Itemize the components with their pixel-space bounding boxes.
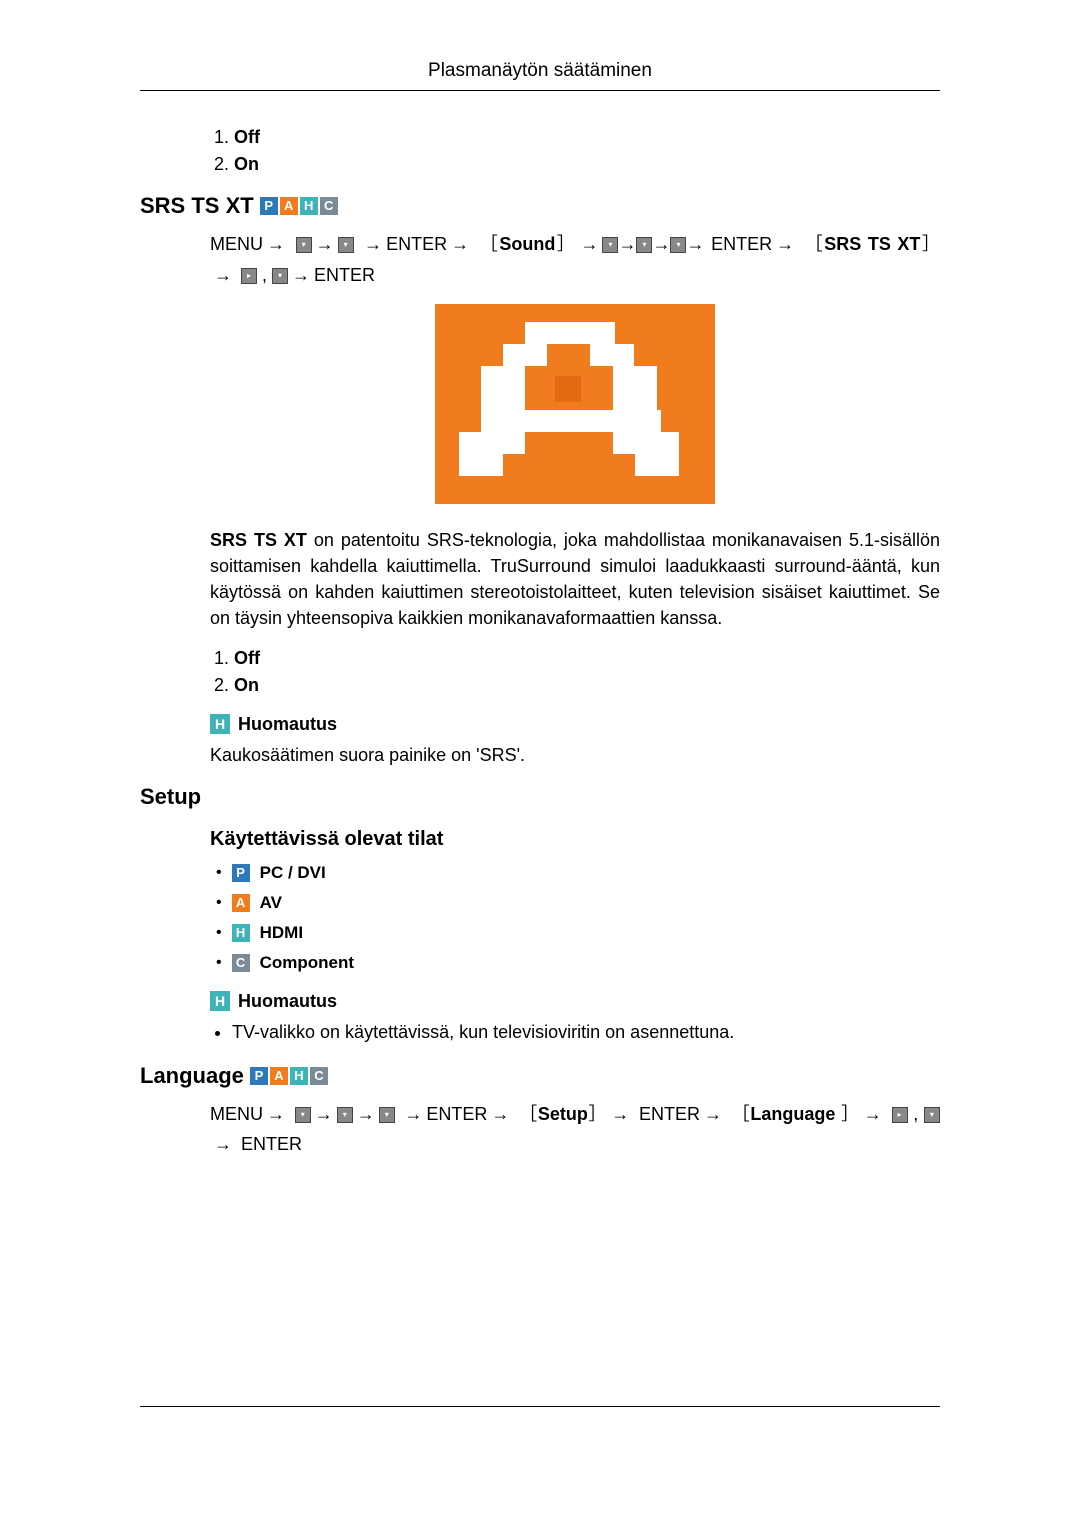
page-header: Plasmanäytön säätäminen	[140, 60, 940, 91]
setup-note-item: TV-valikko on käytettävissä, kun televis…	[232, 1022, 940, 1043]
badge-group: P A H C	[250, 1067, 328, 1085]
setup-note-label: Huomautus	[238, 991, 337, 1012]
badge-a-icon: A	[270, 1067, 288, 1085]
srs-heading-text: SRS TS XT	[140, 193, 254, 219]
language-heading: Language P A H C	[140, 1063, 940, 1089]
nav-down-icon: ▾	[295, 1107, 311, 1123]
setup-note-list: TV-valikko on käytettävissä, kun televis…	[210, 1022, 940, 1043]
badge-p-icon: P	[250, 1067, 268, 1085]
nav-side-icon: ▸	[892, 1107, 908, 1123]
badge-a-icon: A	[280, 197, 298, 215]
nav-down-icon: ▾	[602, 237, 618, 253]
page: Plasmanäytön säätäminen Off On SRS TS XT…	[0, 0, 1080, 1527]
nav-down-icon: ▾	[296, 237, 312, 253]
srs-option-off: Off	[234, 648, 940, 669]
srs-option-list: Off On	[210, 648, 940, 696]
language-nav-path: MENU→ ▾→▾→▾ →ENTER→ ［Setup］→ ENTER→ ［Lan…	[210, 1099, 940, 1160]
srs-heading: SRS TS XT P A H C	[140, 193, 940, 219]
badge-c-icon: C	[310, 1067, 328, 1085]
mode-hdmi: H HDMI	[216, 923, 940, 943]
footer-rule	[140, 1406, 940, 1407]
nav-down-icon: ▾	[636, 237, 652, 253]
srs-note-label: Huomautus	[238, 714, 337, 735]
mode-av: A AV	[216, 893, 940, 913]
srs-option-on: On	[234, 675, 940, 696]
modes-list: P PC / DVI A AV H HDMI C Component	[210, 863, 940, 973]
nav-side-icon: ▸	[241, 268, 257, 284]
nav-down-icon: ▾	[670, 237, 686, 253]
srs-illustration	[210, 304, 940, 509]
srs-nav-path: MENU→ ▾→▾ →ENTER→ ［Sound］→▾→▾→▾→ ENTER→ …	[210, 229, 940, 290]
nav-down-icon: ▾	[337, 1107, 353, 1123]
badge-c-icon: C	[232, 954, 250, 972]
option-off: Off	[234, 127, 940, 148]
nav-down-icon: ▾	[272, 268, 288, 284]
badge-h-icon: H	[300, 197, 318, 215]
note-h-icon: H	[210, 991, 230, 1011]
badge-h-icon: H	[290, 1067, 308, 1085]
note-h-icon: H	[210, 714, 230, 734]
badge-c-icon: C	[320, 197, 338, 215]
nav-down-icon: ▾	[379, 1107, 395, 1123]
content-body: Off On SRS TS XT P A H C MENU→ ▾→▾ →ENTE…	[140, 127, 940, 1160]
pixel-art-icon	[435, 304, 715, 504]
badge-h-icon: H	[232, 924, 250, 942]
mode-pc: P PC / DVI	[216, 863, 940, 883]
option-list-top: Off On	[210, 127, 940, 175]
badge-a-icon: A	[232, 894, 250, 912]
setup-note-heading: H Huomautus	[210, 991, 940, 1012]
setup-heading: Setup	[140, 784, 940, 810]
badge-p-icon: P	[260, 197, 278, 215]
nav-down-icon: ▾	[338, 237, 354, 253]
badge-p-icon: P	[232, 864, 250, 882]
badge-group: P A H C	[260, 197, 338, 215]
option-on: On	[234, 154, 940, 175]
nav-down-icon: ▾	[924, 1107, 940, 1123]
modes-heading: Käytettävissä olevat tilat	[210, 828, 940, 851]
mode-component: C Component	[216, 953, 940, 973]
srs-note-heading: H Huomautus	[210, 714, 940, 735]
srs-note-text: Kaukosäätimen suora painike on 'SRS'.	[210, 745, 940, 766]
srs-description: SRS TS XT on patentoitu SRS-teknologia, …	[210, 527, 940, 631]
